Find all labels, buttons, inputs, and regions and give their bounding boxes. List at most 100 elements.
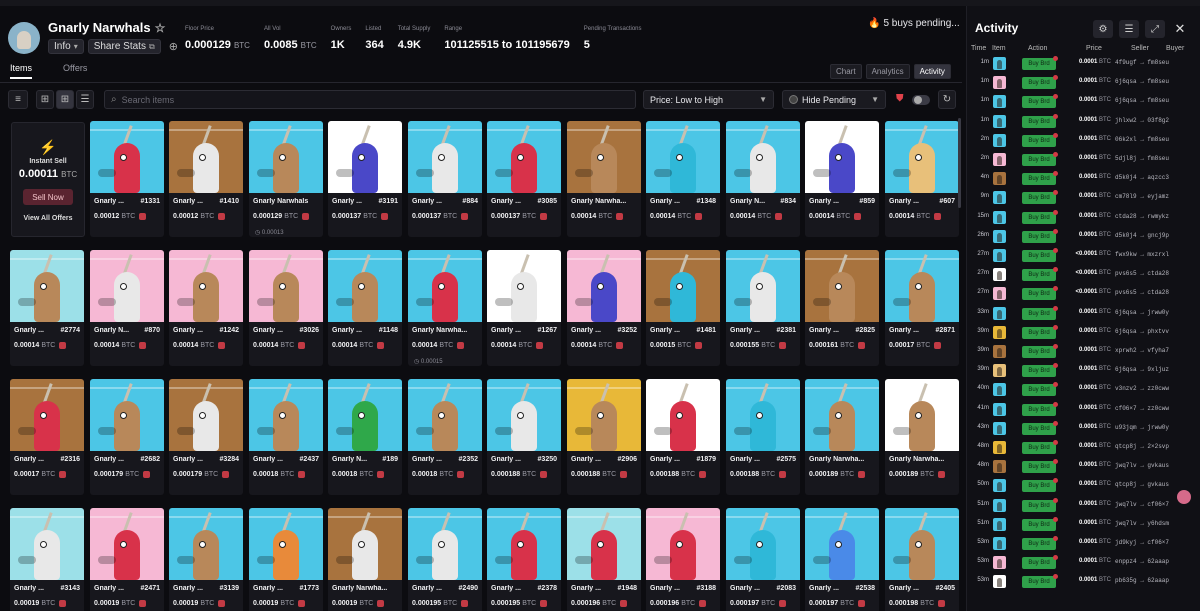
item-card[interactable]: Gnarly ... #3191 0.000137 BTC — [328, 121, 402, 237]
activity-seller-buyer[interactable]: pb635g → 62aaap — [1115, 577, 1200, 584]
activity-seller-buyer[interactable]: 5djl8j → fm8seu — [1115, 155, 1200, 162]
item-card[interactable]: Gnarly Narwha... 0.000189 BTC — [805, 379, 879, 495]
item-card[interactable]: Gnarly ... #2538 0.000197 BTC — [805, 508, 879, 611]
cart-icon[interactable] — [222, 471, 230, 478]
activity-item-thumb[interactable] — [993, 57, 1006, 70]
item-card[interactable]: Gnarly ... #2825 0.000161 BTC — [805, 250, 879, 366]
item-card[interactable]: Gnarly ... #1948 0.000196 BTC — [567, 508, 641, 611]
item-card[interactable]: Gnarly ... #3188 0.000196 BTC — [646, 508, 720, 611]
buy-button[interactable]: Buy Brd — [1022, 96, 1056, 109]
activity-item-thumb[interactable] — [993, 383, 1006, 397]
buy-button[interactable]: Buy Brd — [1022, 499, 1056, 512]
view-all-offers-link[interactable]: View All Offers — [12, 215, 84, 222]
activity-item-thumb[interactable] — [993, 421, 1006, 435]
activity-item-thumb[interactable] — [993, 133, 1006, 147]
item-card[interactable]: Gnarly ... #2871 0.00017 BTC — [885, 250, 959, 366]
activity-seller-buyer[interactable]: qtcp8j → 2×2svp — [1115, 443, 1200, 450]
item-card[interactable]: Gnarly ... #1879 0.000188 BTC — [646, 379, 720, 495]
cart-icon[interactable] — [298, 600, 306, 607]
tab-analytics[interactable]: Analytics — [865, 64, 910, 79]
cart-icon[interactable] — [461, 213, 469, 220]
activity-seller-buyer[interactable]: xprwh2 → vfyha7 — [1115, 347, 1200, 354]
cart-icon[interactable] — [59, 600, 67, 607]
activity-seller-buyer[interactable]: d5k0j4 → aqzcc3 — [1115, 174, 1200, 181]
cart-icon[interactable] — [699, 471, 707, 478]
settings-sliders-button[interactable]: ⚙ — [1093, 20, 1113, 38]
activity-item-thumb[interactable] — [993, 114, 1006, 128]
tab-offers[interactable]: Offers — [63, 63, 87, 79]
cart-icon[interactable] — [695, 213, 703, 220]
item-card[interactable]: Gnarly ... #3139 0.00019 BTC — [169, 508, 243, 611]
buy-button[interactable]: Buy Brd — [1022, 173, 1056, 186]
item-card[interactable]: Gnarly Narwha... 0.00014 BTC — [567, 121, 641, 237]
activity-item-thumb[interactable] — [993, 229, 1006, 243]
cart-icon[interactable] — [59, 471, 67, 478]
activity-item-thumb[interactable] — [993, 325, 1006, 339]
buy-button[interactable]: Buy Brd — [1022, 211, 1056, 224]
activity-item-thumb[interactable] — [993, 153, 1006, 166]
activity-item-thumb[interactable] — [993, 210, 1006, 224]
tab-items[interactable]: Items — [10, 63, 33, 79]
activity-seller-buyer[interactable]: qtcp8j → gvkaus — [1115, 481, 1200, 488]
item-card[interactable]: Gnarly ... #2575 0.000188 BTC — [726, 379, 800, 495]
search-input[interactable] — [121, 94, 602, 105]
item-card[interactable]: Gnarly ... #1410 0.00012 BTC — [169, 121, 243, 237]
item-card[interactable]: Gnarly ... #2405 0.000198 BTC — [885, 508, 959, 611]
buy-button[interactable]: Buy Brd — [1022, 403, 1056, 416]
activity-seller-buyer[interactable]: pvs6s5 → ctda28 — [1115, 289, 1200, 296]
buy-button[interactable]: Buy Brd — [1022, 557, 1056, 570]
item-card[interactable]: Gnarly ... #3250 0.000188 BTC — [487, 379, 561, 495]
item-card[interactable]: Gnarly ... #2682 0.000179 BTC — [90, 379, 164, 495]
buy-button[interactable]: Buy Brd — [1022, 269, 1056, 282]
buy-button[interactable]: Buy Brd — [1022, 154, 1056, 166]
share-stats-button[interactable]: Share Stats ⧉ — [87, 39, 161, 54]
activity-seller-buyer[interactable]: enppz4 → 62aaap — [1115, 558, 1200, 565]
cart-icon[interactable] — [298, 471, 306, 478]
cart-icon[interactable] — [377, 342, 385, 349]
item-card[interactable]: Gnarly ... #1481 0.00015 BTC — [646, 250, 720, 366]
expand-button[interactable]: ⤢ — [1145, 20, 1165, 38]
buy-button[interactable]: Buy Brd — [1022, 461, 1056, 474]
buy-button[interactable]: Buy Brd — [1022, 230, 1056, 243]
buy-button[interactable]: Buy Brd — [1022, 442, 1056, 454]
item-card[interactable]: Gnarly ... #1773 0.00019 BTC — [249, 508, 323, 611]
activity-item-thumb[interactable] — [993, 556, 1006, 570]
activity-item-thumb[interactable] — [993, 345, 1006, 358]
item-card[interactable]: Gnarly ... #3252 0.00014 BTC — [567, 250, 641, 366]
cart-icon[interactable] — [695, 342, 703, 349]
activity-item-thumb[interactable] — [993, 479, 1006, 493]
item-card[interactable]: Gnarly ... #2352 0.00018 BTC — [408, 379, 482, 495]
sell-now-button[interactable]: Sell Now — [23, 189, 73, 205]
item-card[interactable]: Gnarly Narwha... 0.000189 BTC — [885, 379, 959, 495]
activity-seller-buyer[interactable]: cm78l9 → eyjamz — [1115, 193, 1200, 200]
activity-seller-buyer[interactable]: cf06×7 → zz0cww — [1115, 405, 1200, 412]
activity-item-thumb[interactable] — [993, 402, 1006, 416]
item-card[interactable]: Gnarly Narwha... 0.00019 BTC — [328, 508, 402, 611]
cart-icon[interactable] — [858, 342, 866, 349]
item-card[interactable]: Gnarly ... #859 0.00014 BTC — [805, 121, 879, 237]
item-card[interactable]: Gnarly ... #2471 0.00019 BTC — [90, 508, 164, 611]
list-button[interactable]: ☰ — [1119, 20, 1139, 38]
refresh-button[interactable]: ↻ — [938, 90, 956, 109]
activity-seller-buyer[interactable]: u93jqm → jrww0y — [1115, 424, 1200, 431]
item-card[interactable]: Gnarly ... #2381 0.000155 BTC — [726, 250, 800, 366]
globe-icon[interactable]: ⊕ — [169, 40, 178, 53]
item-card[interactable]: Gnarly Narwhals 0.000129 BTC ◷ 0.00013 — [249, 121, 323, 237]
cart-icon[interactable] — [218, 342, 226, 349]
activity-seller-buyer[interactable]: pvs6s5 → ctda28 — [1115, 270, 1200, 277]
activity-seller-buyer[interactable]: jd9kyj → cf06×7 — [1115, 539, 1200, 546]
buy-button[interactable]: Buy Brd — [1022, 326, 1056, 339]
activity-item-thumb[interactable] — [993, 460, 1006, 474]
activity-item-thumb[interactable] — [993, 441, 1006, 454]
buy-button[interactable]: Buy Brd — [1022, 115, 1056, 128]
info-button[interactable]: Info ▾ — [48, 39, 84, 54]
activity-item-thumb[interactable] — [993, 517, 1006, 531]
tab-activity[interactable]: Activity — [913, 64, 951, 79]
item-card[interactable]: Gnarly ... #2316 0.00017 BTC — [10, 379, 84, 495]
activity-item-thumb[interactable] — [993, 76, 1006, 90]
cart-icon[interactable] — [540, 213, 548, 220]
activity-seller-buyer[interactable]: v3nzv2 → zz0cww — [1115, 385, 1200, 392]
cart-icon[interactable] — [59, 342, 67, 349]
activity-seller-buyer[interactable]: jwq7lv → gvkaus — [1115, 462, 1200, 469]
cart-icon[interactable] — [457, 471, 465, 478]
